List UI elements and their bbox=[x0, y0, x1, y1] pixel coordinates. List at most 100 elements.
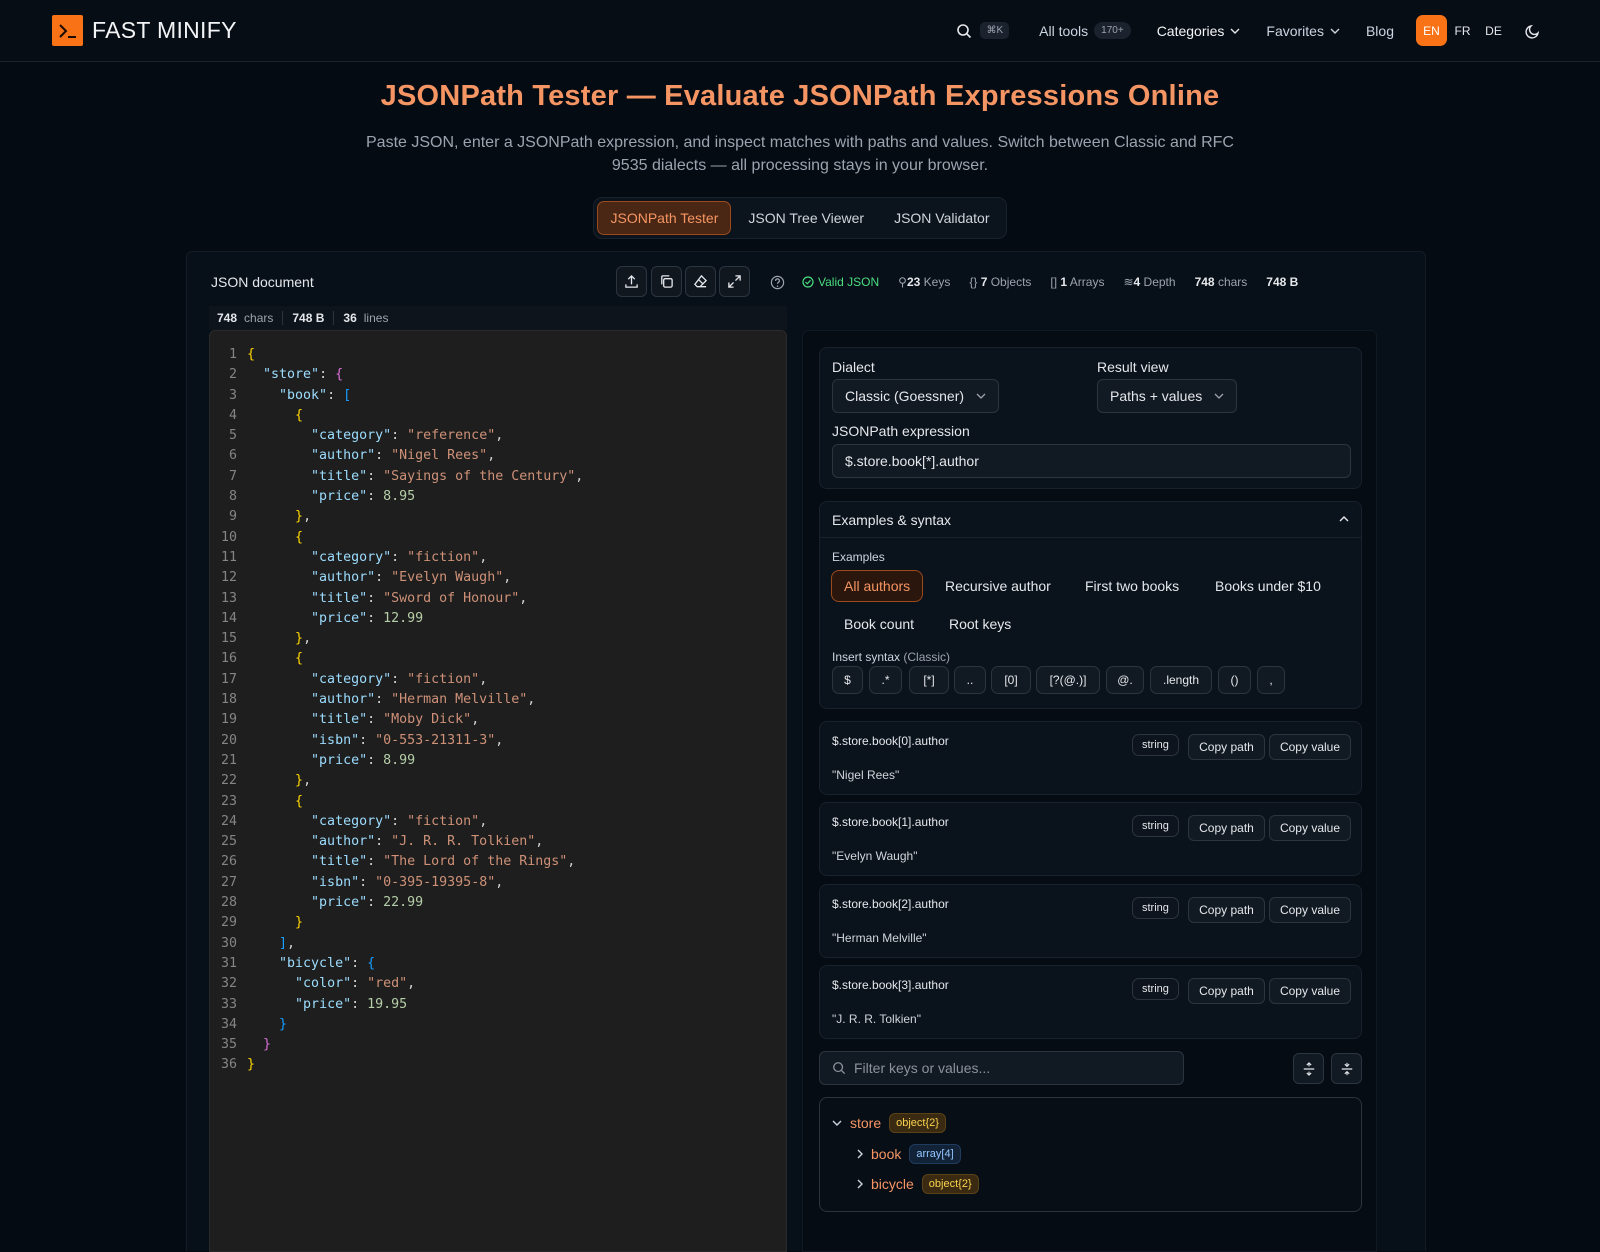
dialect-select[interactable]: Classic (Goessner) bbox=[832, 379, 999, 413]
keys-stat: ⚲23 Keys bbox=[898, 275, 951, 289]
clear-button[interactable] bbox=[685, 266, 716, 297]
valid-status: Valid JSON bbox=[802, 275, 879, 289]
theme-toggle[interactable] bbox=[1517, 15, 1548, 46]
syntax-length[interactable]: .length bbox=[1150, 666, 1212, 694]
dialect-label: Dialect bbox=[832, 359, 875, 375]
code-line: 3 "book": [ bbox=[210, 386, 786, 406]
code-line: 10 { bbox=[210, 528, 786, 548]
code-line: 32 "color": "red", bbox=[210, 974, 786, 994]
favorites-menu[interactable]: Favorites bbox=[1266, 23, 1340, 39]
tree-node-store[interactable]: store object{2} bbox=[832, 1113, 946, 1133]
json-editor[interactable]: 1{2 "store": {3 "book": [4 {5 "category"… bbox=[209, 330, 787, 1252]
line-number: 15 bbox=[220, 631, 237, 647]
code-line: 30 ], bbox=[210, 934, 786, 954]
query-panel: Dialect Classic (Goessner) Result view P… bbox=[802, 330, 1377, 1252]
lang-fr[interactable]: FR bbox=[1447, 15, 1478, 46]
search-icon bbox=[957, 23, 972, 38]
tab-json-tree-viewer[interactable]: JSON Tree Viewer bbox=[735, 201, 877, 235]
categories-menu[interactable]: Categories bbox=[1157, 23, 1241, 39]
syntax-filter[interactable]: [?(@.)] bbox=[1036, 666, 1100, 694]
copy-path-button[interactable]: Copy path bbox=[1188, 897, 1265, 923]
brand-logo[interactable]: FAST MINIFY bbox=[52, 15, 237, 46]
result-path: $.store.book[0].author bbox=[832, 734, 949, 748]
brackets-icon: [] bbox=[1050, 275, 1058, 289]
syntax-current[interactable]: @. bbox=[1106, 666, 1144, 694]
result-view-select[interactable]: Paths + values bbox=[1097, 379, 1237, 413]
copy-path-button[interactable]: Copy path bbox=[1188, 734, 1265, 760]
line-number: 5 bbox=[228, 428, 237, 444]
copy-button[interactable] bbox=[651, 266, 682, 297]
code-line: 26 "title": "The Lord of the Rings", bbox=[210, 852, 786, 872]
upload-button[interactable] bbox=[616, 266, 647, 297]
line-number: 14 bbox=[220, 610, 237, 626]
chevron-down-icon bbox=[976, 393, 986, 399]
terminal-icon bbox=[52, 15, 83, 46]
syntax-index[interactable]: [0] bbox=[991, 666, 1031, 694]
search-button[interactable]: ⌘K bbox=[956, 22, 1010, 39]
example-recursive-author[interactable]: Recursive author bbox=[932, 570, 1064, 602]
filter-placeholder: Filter keys or values... bbox=[854, 1060, 991, 1076]
query-settings-card: Dialect Classic (Goessner) Result view P… bbox=[819, 347, 1362, 489]
example-book-count[interactable]: Book count bbox=[831, 608, 927, 640]
check-circle-icon bbox=[802, 276, 814, 288]
line-number: 35 bbox=[220, 1037, 237, 1053]
result-card: $.store.book[0].author string Copy path Cop… bbox=[819, 721, 1362, 795]
copy-value-button[interactable]: Copy value bbox=[1269, 897, 1351, 923]
examples-header[interactable]: Examples & syntax bbox=[832, 512, 951, 528]
line-number: 10 bbox=[220, 529, 237, 545]
eraser-icon bbox=[694, 274, 708, 288]
blog-link[interactable]: Blog bbox=[1366, 23, 1394, 39]
code-line: 18 "author": "Herman Melville", bbox=[210, 690, 786, 710]
lang-en[interactable]: EN bbox=[1416, 15, 1447, 46]
favorites-label: Favorites bbox=[1266, 22, 1324, 39]
tab-json-validator[interactable]: JSON Validator bbox=[881, 201, 1002, 235]
expand-vertical-icon bbox=[1303, 1061, 1314, 1076]
fullscreen-button[interactable] bbox=[719, 266, 750, 297]
example-first-two-books[interactable]: First two books bbox=[1072, 570, 1192, 602]
line-number: 7 bbox=[228, 468, 237, 484]
top-nav: FAST MINIFY ⌘K All tools 170+ Categories… bbox=[0, 0, 1600, 62]
syntax-root[interactable]: $ bbox=[832, 666, 863, 694]
example-books-under-10[interactable]: Books under $10 bbox=[1202, 570, 1334, 602]
tree-node-book[interactable]: book array[4] bbox=[857, 1144, 961, 1164]
tree-node-bicycle[interactable]: bicycle object{2} bbox=[857, 1174, 979, 1194]
copy-value-button[interactable]: Copy value bbox=[1269, 815, 1351, 841]
line-number: 34 bbox=[220, 1016, 237, 1032]
copy-value-button[interactable]: Copy value bbox=[1269, 734, 1351, 760]
result-type-badge: string bbox=[1132, 897, 1179, 919]
syntax-wildcard[interactable]: .* bbox=[869, 666, 902, 694]
example-all-authors[interactable]: All authors bbox=[831, 570, 924, 602]
code-line: 27 "isbn": "0-395-19395-8", bbox=[210, 873, 786, 893]
example-root-keys[interactable]: Root keys bbox=[936, 608, 1024, 640]
line-number: 24 bbox=[220, 813, 237, 829]
code-line: 33 "price": 19.95 bbox=[210, 995, 786, 1015]
code-line: 13 "title": "Sword of Honour", bbox=[210, 589, 786, 609]
lang-de[interactable]: DE bbox=[1478, 15, 1509, 46]
chevron-down-icon bbox=[832, 1120, 842, 1126]
copy-path-button[interactable]: Copy path bbox=[1188, 978, 1265, 1004]
syntax-comma[interactable]: , bbox=[1257, 666, 1285, 694]
code-line: 2 "store": { bbox=[210, 365, 786, 385]
syntax-array-wildcard[interactable]: [*] bbox=[909, 666, 949, 694]
syntax-recursive[interactable]: .. bbox=[954, 666, 986, 694]
chevron-up-icon[interactable] bbox=[1339, 516, 1349, 522]
code-line: 25 "author": "J. R. R. Tolkien", bbox=[210, 832, 786, 852]
syntax-parens[interactable]: () bbox=[1218, 666, 1251, 694]
all-tools-link[interactable]: All tools 170+ bbox=[1039, 22, 1131, 39]
expand-all-button[interactable] bbox=[1293, 1053, 1324, 1084]
code-line: 20 "isbn": "0-553-21311-3", bbox=[210, 731, 786, 751]
copy-value-button[interactable]: Copy value bbox=[1269, 978, 1351, 1004]
expression-input[interactable]: $.store.book[*].author bbox=[832, 444, 1351, 478]
tab-jsonpath-tester[interactable]: JSONPath Tester bbox=[597, 201, 732, 235]
code-line: 31 "bicycle": { bbox=[210, 954, 786, 974]
code-line: 36} bbox=[210, 1055, 786, 1075]
line-number: 1 bbox=[228, 347, 237, 362]
result-view-label: Result view bbox=[1097, 359, 1169, 375]
code-line: 5 "category": "reference", bbox=[210, 426, 786, 446]
collapse-all-button[interactable] bbox=[1331, 1053, 1362, 1084]
copy-path-button[interactable]: Copy path bbox=[1188, 815, 1265, 841]
code-line: 16 { bbox=[210, 649, 786, 669]
tree-filter-input[interactable]: Filter keys or values... bbox=[819, 1051, 1184, 1085]
help-button[interactable] bbox=[770, 275, 785, 295]
result-value: "Herman Melville" bbox=[832, 931, 927, 945]
